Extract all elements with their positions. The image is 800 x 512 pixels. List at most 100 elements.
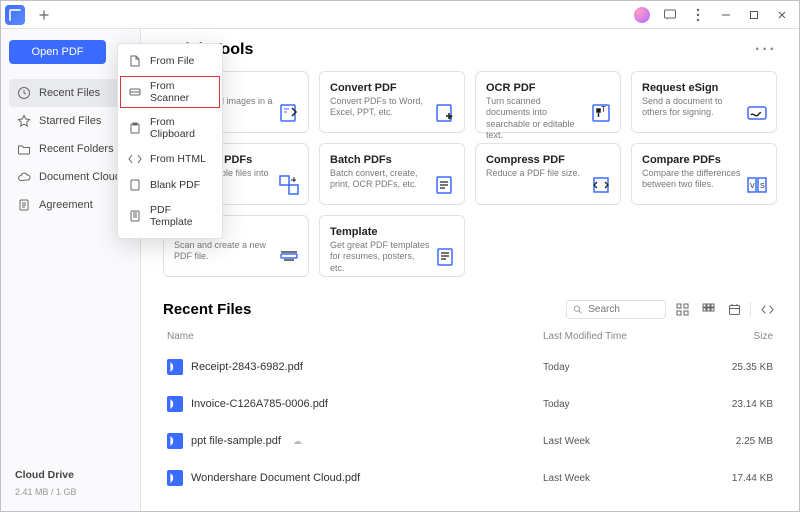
file-row[interactable]: ppt file-sample.pdf☁Last Week2.25 MB xyxy=(163,423,777,460)
tool-card-template[interactable]: TemplateGet great PDF templates for resu… xyxy=(319,215,465,277)
dropdown-item-from-file[interactable]: From File xyxy=(118,48,222,74)
card-description: Convert PDFs to Word, Excel, PPT, etc. xyxy=(330,96,430,119)
dropdown-item-label: From Clipboard xyxy=(150,116,212,140)
minimize-button[interactable] xyxy=(713,4,739,26)
search-icon xyxy=(573,304,582,315)
doc-icon xyxy=(17,198,31,212)
dropdown-item-from-scanner[interactable]: From Scanner xyxy=(118,74,222,110)
card-title: Request eSign xyxy=(642,82,766,94)
card-description: Send a document to others for signing. xyxy=(642,96,742,119)
file-icon xyxy=(128,54,142,68)
svg-text:V: V xyxy=(750,183,755,190)
card-icon: T xyxy=(590,102,612,124)
new-tab-button[interactable] xyxy=(31,4,57,26)
sidebar-item-agreement[interactable]: Agreement xyxy=(9,191,132,219)
card-description: Turn scanned documents into searchable o… xyxy=(486,96,586,141)
sidebar-item-recent-files[interactable]: Recent Files xyxy=(9,79,132,107)
cloud-badge-icon: ☁ xyxy=(293,436,302,447)
card-title: Convert PDF xyxy=(330,82,454,94)
minimize-icon xyxy=(721,10,731,20)
sidebar-item-label: Starred Files xyxy=(39,115,101,127)
file-size: 2.25 MB xyxy=(703,436,773,447)
col-date: Last Modified Time xyxy=(543,331,703,342)
app-window: Open PDF Recent Files Starred Files Recent… xyxy=(0,0,800,512)
profile-orb-icon xyxy=(634,7,650,23)
tool-card-compare-pdfs[interactable]: Compare PDFsCompare the differences betw… xyxy=(631,143,777,205)
dropdown-item-from-clipboard[interactable]: From Clipboard xyxy=(118,110,222,146)
file-date: Today xyxy=(543,399,703,410)
dropdown-item-blank-pdf[interactable]: Blank PDF xyxy=(118,172,222,198)
dropdown-item-label: From Scanner xyxy=(150,80,212,104)
card-description: Scan and create a new PDF file. xyxy=(174,240,274,263)
pdf-file-icon xyxy=(167,433,183,449)
cloud-drive-label: Cloud Drive xyxy=(15,469,126,481)
card-title: Batch PDFs xyxy=(330,154,454,166)
file-name: Receipt-2843-6982.pdf xyxy=(191,361,303,373)
file-row[interactable]: Invoice-C126A785-0006.pdf Today23.14 KB xyxy=(163,386,777,423)
file-row[interactable]: Receipt-2843-6982.pdfToday25.35 KB xyxy=(163,349,777,386)
file-size: 17.44 KB xyxy=(703,473,773,484)
kebab-menu-button[interactable] xyxy=(685,4,711,26)
plus-icon xyxy=(39,10,49,20)
grid-small-icon xyxy=(702,303,715,316)
storage-usage: 2.41 MB / 1 GB xyxy=(15,487,126,497)
open-pdf-button[interactable]: Open PDF xyxy=(9,40,106,64)
sidebar-item-label: Agreement xyxy=(39,199,93,211)
app-logo xyxy=(5,5,25,25)
card-icon xyxy=(746,102,768,124)
view-large-button[interactable] xyxy=(672,299,692,319)
card-icon xyxy=(434,174,456,196)
calendar-filter-button[interactable] xyxy=(724,299,744,319)
maximize-button[interactable] xyxy=(741,4,767,26)
card-icon xyxy=(278,174,300,196)
tool-card-request-esign[interactable]: Request eSign Send a document to others f… xyxy=(631,71,777,133)
grid-large-icon xyxy=(676,303,689,316)
tool-card-convert-pdf[interactable]: Convert PDF Convert PDFs to Word, Excel, … xyxy=(319,71,465,133)
card-icon xyxy=(434,246,456,268)
card-description: Reduce a PDF file size. xyxy=(486,168,586,179)
file-date: Last Week xyxy=(543,436,703,447)
close-button[interactable] xyxy=(769,4,795,26)
dropdown-item-from-html[interactable]: From HTML xyxy=(118,146,222,172)
quick-tools-more-button[interactable]: ··· xyxy=(755,41,777,59)
titlebar xyxy=(1,1,799,29)
maximize-icon xyxy=(749,10,759,20)
search-input[interactable] xyxy=(586,303,659,316)
tool-card-compress-pdf[interactable]: Compress PDFReduce a PDF file size. xyxy=(475,143,621,205)
sidebar-item-document-cloud[interactable]: Document Cloud xyxy=(9,163,132,191)
main-content: Quick Tools ··· Edit PDFEdit text and im… xyxy=(141,29,799,511)
file-name: Invoice-C126A785-0006.pdf xyxy=(191,398,328,410)
search-box[interactable] xyxy=(566,300,666,319)
create-pdf-dropdown: From File From Scanner From Clipboard From … xyxy=(117,43,223,239)
sidebar-item-recent-folders[interactable]: Recent Folders xyxy=(9,135,132,163)
file-name: Wondershare Document Cloud.pdf xyxy=(191,472,360,484)
profile-button[interactable] xyxy=(629,4,655,26)
pdf-file-icon xyxy=(167,396,183,412)
sidebar-item-label: Recent Folders xyxy=(39,143,114,155)
pdf-file-icon xyxy=(167,359,183,375)
card-title: OCR PDF xyxy=(486,82,610,94)
svg-text:S: S xyxy=(760,183,765,190)
cloud-drive-section: Cloud Drive 2.41 MB / 1 GB xyxy=(9,465,132,501)
code-view-button[interactable] xyxy=(757,299,777,319)
card-title: Compare PDFs xyxy=(642,154,766,166)
svg-text:T: T xyxy=(601,105,606,114)
close-icon xyxy=(777,10,787,20)
view-small-button[interactable] xyxy=(698,299,718,319)
file-size: 23.14 KB xyxy=(703,399,773,410)
tool-card-batch-pdfs[interactable]: Batch PDFsBatch convert, create, print, … xyxy=(319,143,465,205)
col-size: Size xyxy=(703,331,773,342)
sidebar-item-label: Document Cloud xyxy=(39,171,121,183)
card-icon: VS xyxy=(746,174,768,196)
file-date: Today xyxy=(543,362,703,373)
file-row[interactable]: Wondershare Document Cloud.pdf Last Week1… xyxy=(163,460,777,497)
template-icon xyxy=(128,209,142,223)
dropdown-item-pdf-template[interactable]: PDF Template xyxy=(118,198,222,234)
sidebar-item-starred-files[interactable]: Starred Files xyxy=(9,107,132,135)
tool-card-ocr-pdf[interactable]: OCR PDFTurn scanned documents into searc… xyxy=(475,71,621,133)
feedback-button[interactable] xyxy=(657,4,683,26)
card-icon xyxy=(434,102,456,124)
cloud-icon xyxy=(17,170,31,184)
recent-files-title: Recent Files xyxy=(163,301,251,318)
file-date: Last Week xyxy=(543,473,703,484)
